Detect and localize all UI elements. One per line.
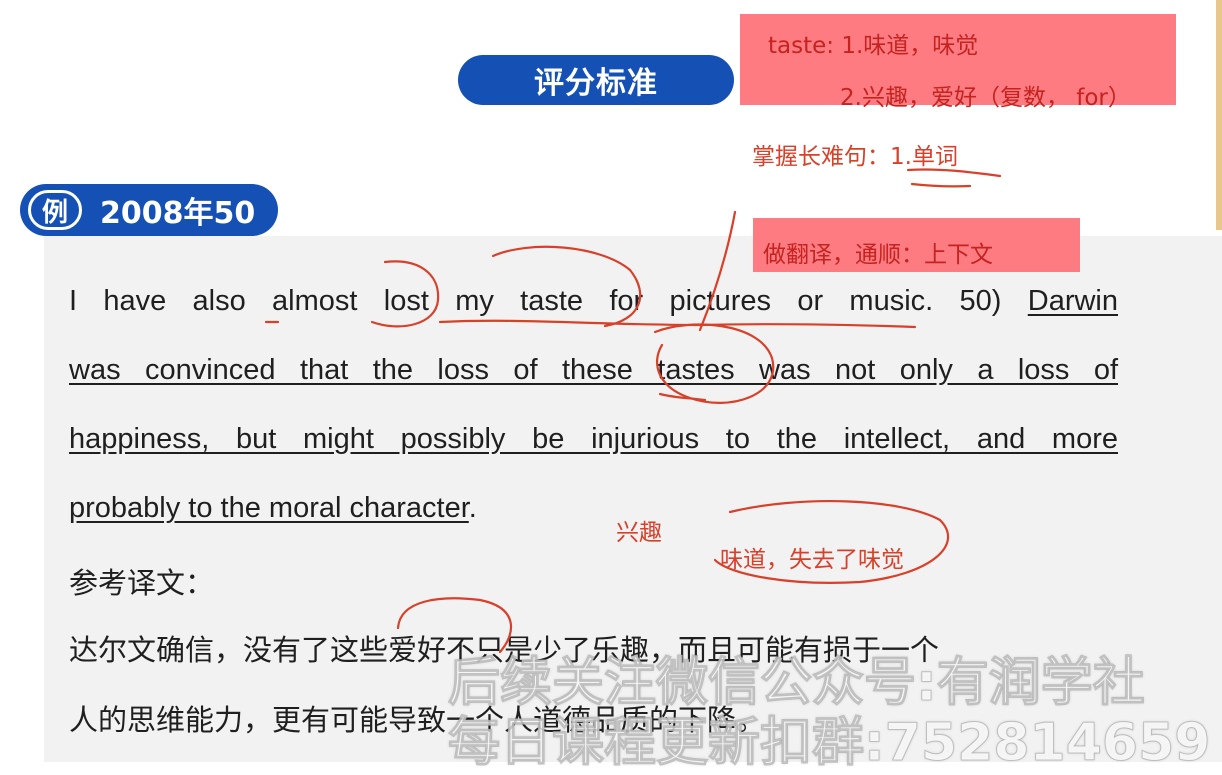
long-sentence-note: 掌握长难句：1.单词 (752, 144, 958, 170)
scoring-criteria-title: 评分标准 (458, 55, 734, 105)
translation-label: 参考译文： (69, 566, 215, 600)
translation-tip-note: 做翻译，通顺：上下文 (753, 218, 1080, 272)
window-edge (1216, 0, 1222, 230)
example-year-label: 2008年50 (100, 196, 256, 231)
taste-lost-note: 味道，失去了味觉 (720, 547, 904, 573)
underline-stroke (910, 182, 972, 188)
passage-line-2: was convinced that the loss of these tas… (69, 354, 1118, 386)
passage-line-1-underlined: Darwin (1027, 285, 1118, 317)
passage-line-1: I have also almost lost my taste for pic… (69, 283, 1118, 319)
watermark-line-2: 每日课程更新扣群:752814659 (447, 713, 1211, 774)
example-header: 例 2008年50 (20, 184, 278, 236)
passage-line-1-text: I have also almost lost my taste for pic… (69, 285, 1002, 317)
example-badge: 例 (28, 190, 82, 230)
passage-line-4-underlined: probably to the moral character (69, 492, 469, 524)
interest-note: 兴趣 (616, 520, 662, 546)
translation-tip-text: 做翻译，通顺：上下文 (763, 242, 993, 268)
title-text: 评分标准 (534, 66, 658, 101)
passage-line-4: probably to the moral character. (69, 490, 1118, 526)
passage-line-3: happiness, but might possibly be injurio… (69, 423, 1118, 455)
taste-meaning-line2: 2.兴趣，爱好（复数， for） (840, 85, 1131, 111)
taste-meaning-note: taste: 1.味道，味觉 2.兴趣，爱好（复数， for） (740, 14, 1176, 111)
taste-meaning-line1: taste: 1.味道，味觉 (768, 33, 979, 59)
passage-line-4-end: . (468, 492, 477, 524)
